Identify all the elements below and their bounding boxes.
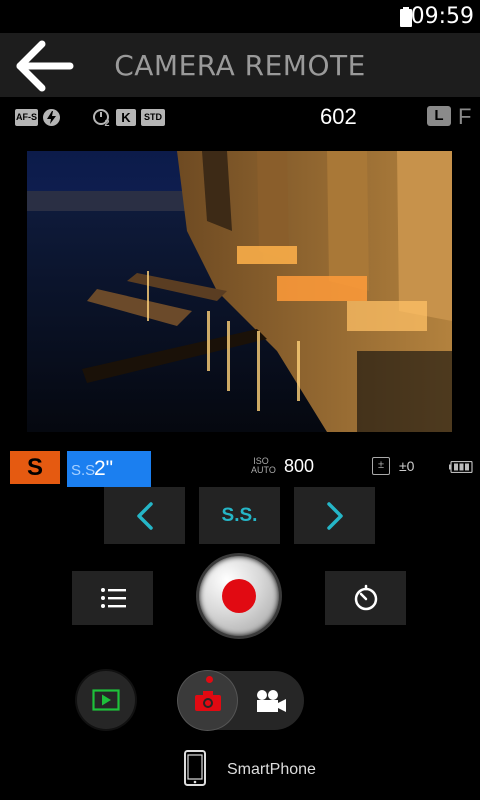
iso-auto-icon: ISO AUTO <box>251 456 276 475</box>
film-simulation-icon: STD <box>141 109 165 126</box>
shutter-button[interactable] <box>199 556 279 636</box>
camera-info-row: AF-S 2 K STD 602 L F <box>0 100 480 134</box>
flash-auto-icon <box>43 109 60 126</box>
iso-value: 800 <box>284 456 315 476</box>
playback-button[interactable] <box>77 671 135 729</box>
exposure-settings-row: S S.S. 2" ISO AUTO 800 ± ±0 <box>0 448 480 488</box>
active-mode-indicator <box>206 676 213 683</box>
smartphone-icon <box>184 750 206 786</box>
chevron-left-icon <box>136 501 153 530</box>
app-header: CAMERA REMOTE <box>0 33 480 97</box>
shutter-speed-field[interactable]: S.S. 2" <box>67 451 151 487</box>
next-parameter-button[interactable] <box>294 487 375 544</box>
capture-mode-switch[interactable] <box>178 671 304 730</box>
status-bar: 09:59 <box>0 0 480 33</box>
image-size-label: F <box>458 104 472 129</box>
page-title: CAMERA REMOTE <box>114 49 366 82</box>
timer-icon <box>354 584 377 611</box>
device-label: SmartPhone <box>227 761 316 778</box>
video-mode-toggle[interactable] <box>248 683 294 719</box>
image-quality-badge: L <box>427 106 451 126</box>
camera-icon <box>194 690 221 711</box>
chevron-right-icon <box>326 501 343 530</box>
self-timer-button[interactable] <box>325 571 406 625</box>
connected-device: SmartPhone <box>0 750 480 790</box>
exposure-mode-badge[interactable]: S <box>10 451 60 484</box>
parameter-select-button[interactable]: S.S. <box>199 487 280 544</box>
self-timer-value: 2 <box>104 118 110 128</box>
parameter-label: S.S. <box>221 504 258 526</box>
shots-remaining: 602 <box>320 104 357 129</box>
exposure-compensation-value: ±0 <box>399 458 415 474</box>
status-time: 09:59 <box>410 4 474 29</box>
camera-battery-icon <box>449 461 473 473</box>
record-icon <box>222 579 256 613</box>
exposure-compensation-icon: ± <box>372 457 390 475</box>
playback-icon <box>92 689 120 711</box>
live-view-preview <box>27 151 452 432</box>
previous-parameter-button[interactable] <box>104 487 185 544</box>
white-balance-icon: K <box>116 109 136 126</box>
video-camera-icon <box>257 690 286 712</box>
focus-mode-icon: AF-S <box>15 109 38 126</box>
menu-button[interactable] <box>72 571 153 625</box>
shutter-speed-value: 2" <box>94 457 114 480</box>
list-icon <box>100 588 126 608</box>
